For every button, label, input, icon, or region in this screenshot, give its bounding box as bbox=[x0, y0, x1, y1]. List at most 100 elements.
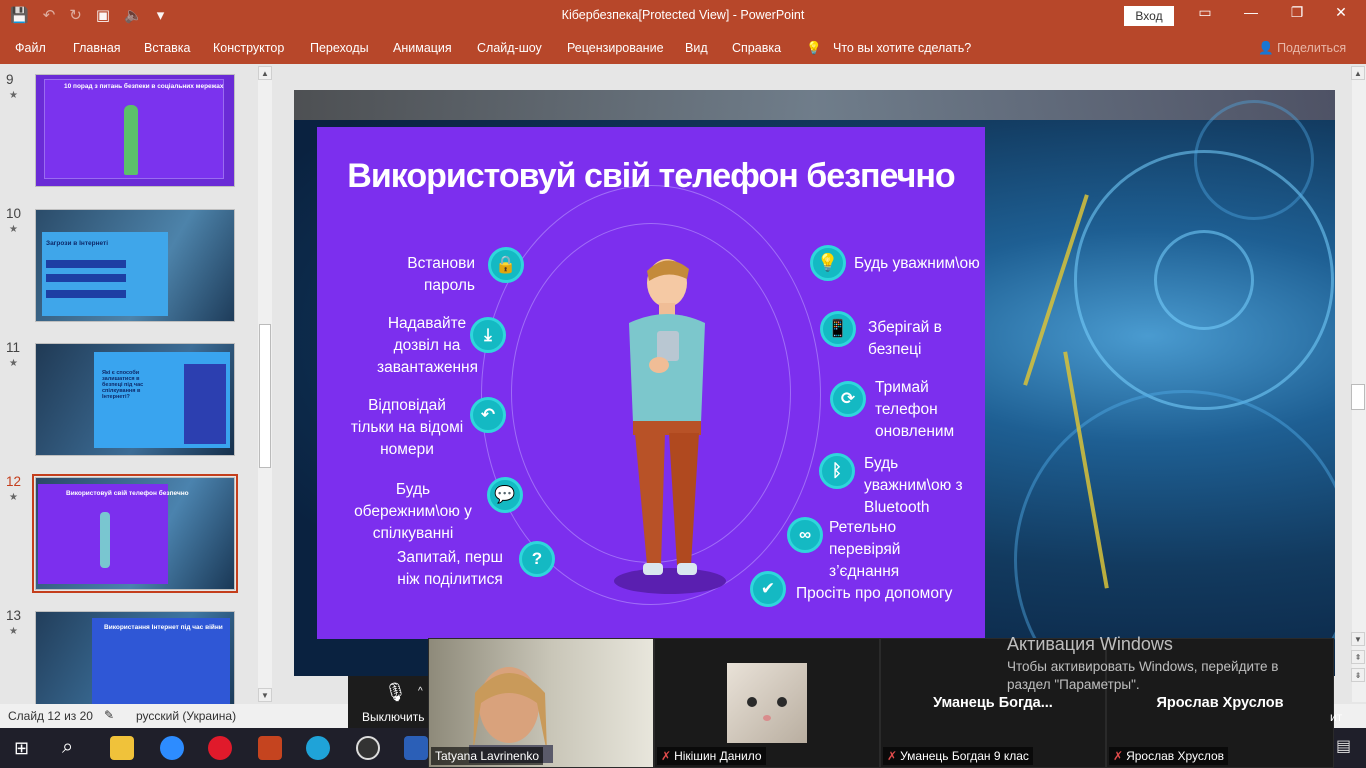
tab-slideshow[interactable]: Слайд-шоу bbox=[477, 41, 542, 55]
thumb-title: 10 порад з питань безпеки в соціальних м… bbox=[64, 83, 224, 90]
thumbnail-slide-9[interactable]: 10 порад з питань безпеки в соціальних м… bbox=[35, 74, 235, 187]
participant-name: ✗ Ярослав Хруслов bbox=[1109, 747, 1229, 765]
file-explorer-icon[interactable] bbox=[110, 736, 134, 760]
participant-name: Tatyana Lavrinenko bbox=[431, 747, 544, 765]
activation-line: Чтобы активировать Windows, перейдите в bbox=[1007, 659, 1279, 674]
participant-display-name: Уманець Богда... bbox=[933, 695, 1053, 711]
language-indicator[interactable]: русский (Украина) bbox=[136, 709, 236, 723]
slide-title: Використовуй свій телефон безпечно bbox=[347, 157, 955, 195]
microphone-icon[interactable]: 🎙 bbox=[384, 682, 407, 703]
editor-scroll-up-icon[interactable]: ▲ bbox=[1351, 66, 1365, 80]
windows-start-icon[interactable]: ⊞ bbox=[14, 738, 29, 759]
call-controls: 🎙 ^ Выключить bbox=[348, 676, 430, 728]
ribbon-display-icon[interactable]: ▭ bbox=[1182, 4, 1228, 21]
close-icon[interactable]: ✕ bbox=[1318, 4, 1364, 21]
edge-icon[interactable] bbox=[306, 736, 330, 760]
next-slide-icon[interactable]: ⇟ bbox=[1351, 668, 1365, 682]
search-icon[interactable]: ⌕ bbox=[62, 736, 73, 759]
participant-name: ✗ Уманець Богдан 9 клас bbox=[883, 747, 1033, 765]
thumb-number: 10 bbox=[6, 206, 22, 221]
spellcheck-icon[interactable]: ✎ bbox=[104, 708, 114, 722]
decor-circle bbox=[1154, 230, 1254, 330]
share-label: Поделиться bbox=[1277, 41, 1347, 55]
phone-signal-icon: 📱 bbox=[820, 311, 856, 347]
tab-file[interactable]: Файл bbox=[15, 41, 46, 55]
thumbnail-slide-11[interactable]: Які є способи залишатися в безпеці під ч… bbox=[35, 343, 235, 456]
zoom-icon[interactable] bbox=[160, 736, 184, 760]
participant-name-text: Уманець Богдан 9 клас bbox=[900, 749, 1029, 763]
tab-view[interactable]: Вид bbox=[685, 41, 708, 55]
chat-icon: 💬 bbox=[487, 477, 523, 513]
minimize-icon[interactable]: — bbox=[1228, 4, 1274, 20]
bluetooth-icon: ᛒ bbox=[819, 453, 855, 489]
share-button[interactable]: 👤 Поделиться bbox=[1258, 41, 1346, 56]
thumb-number: 9 bbox=[6, 72, 14, 87]
video-tile[interactable]: Tatyana Lavrinenko bbox=[428, 638, 654, 768]
thumb-star: ★ bbox=[9, 90, 18, 101]
avatar bbox=[727, 663, 807, 743]
tip-label: Відповідай тільки на відомі номери bbox=[350, 397, 464, 458]
thumb-title: Загрози в Інтернеті bbox=[46, 240, 109, 247]
tab-review[interactable]: Рецензирование bbox=[567, 41, 664, 55]
slide-counter: Слайд 12 из 20 bbox=[8, 709, 93, 723]
thumb-star: ★ bbox=[9, 358, 18, 369]
notifications-icon[interactable]: ▤ bbox=[1336, 736, 1351, 756]
link-icon: ∞ bbox=[787, 517, 823, 553]
slide-poster: Використовуй свій телефон безпечно Встан… bbox=[317, 127, 985, 639]
tip-label: Тримай телефон оновленим bbox=[875, 379, 955, 440]
signin-button[interactable]: Вход bbox=[1124, 6, 1174, 26]
restore-icon[interactable]: ❐ bbox=[1274, 4, 1320, 21]
lightbulb-icon: 💡 bbox=[806, 41, 822, 55]
tip-label: Будь уважним\ою bbox=[854, 255, 980, 272]
thumb-title: Використовуй свій телефон безпечно bbox=[66, 490, 189, 497]
tab-insert[interactable]: Вставка bbox=[144, 41, 190, 55]
powerpoint-icon[interactable] bbox=[258, 736, 282, 760]
tab-help[interactable]: Справка bbox=[732, 41, 781, 55]
thumbnails-scrollbar[interactable]: ▲ ▼ bbox=[258, 66, 272, 702]
thumb-star: ★ bbox=[9, 224, 18, 235]
thumbnail-slide-10[interactable]: Загрози в Інтернеті bbox=[35, 209, 235, 322]
lock-icon: 🔒 bbox=[488, 247, 524, 283]
tip-label: Ретельно перевіряй з’єднання bbox=[829, 519, 901, 580]
stop-label[interactable]: ит bbox=[1330, 710, 1342, 724]
tab-home[interactable]: Главная bbox=[73, 41, 121, 55]
editor-scroll-thumb[interactable] bbox=[1351, 384, 1365, 410]
ribbon-tabs: Файл Главная Вставка Конструктор Переход… bbox=[0, 32, 1366, 64]
scroll-up-icon[interactable]: ▲ bbox=[258, 66, 272, 80]
video-tile[interactable]: ✗ Нікішин Данило bbox=[654, 638, 880, 768]
word-icon[interactable] bbox=[404, 736, 428, 760]
slide-thumbnails-pane: 9 ★ 10 порад з питань безпеки в соціальн… bbox=[0, 64, 276, 724]
activation-line: раздел "Параметры". bbox=[1007, 677, 1140, 692]
windows-activation-notice: Активация Windows Чтобы активировать Win… bbox=[1007, 634, 1278, 692]
thumbnail-slide-12[interactable]: Використовуй свій телефон безпечно bbox=[35, 477, 235, 590]
media-player-icon[interactable] bbox=[356, 736, 380, 760]
thumb-number: 11 bbox=[6, 340, 21, 355]
opera-icon[interactable] bbox=[208, 736, 232, 760]
thumb-number: 13 bbox=[6, 608, 22, 623]
download-icon: ⤓ bbox=[470, 317, 506, 353]
phone-update-icon: ⟳ bbox=[830, 381, 866, 417]
mute-button[interactable]: Выключить bbox=[362, 710, 424, 724]
person-illustration bbox=[629, 259, 705, 575]
tip-label: Зберігай в безпеці bbox=[868, 319, 942, 358]
scroll-thumb[interactable] bbox=[259, 324, 271, 468]
participant-name-text: Tatyana Lavrinenko bbox=[435, 749, 540, 763]
thumb-star: ★ bbox=[9, 626, 18, 637]
mic-muted-icon: ✗ bbox=[661, 749, 672, 763]
participant-name: ✗ Нікішин Данило bbox=[657, 747, 766, 765]
tab-transitions[interactable]: Переходы bbox=[310, 41, 369, 55]
tab-design[interactable]: Конструктор bbox=[213, 41, 284, 55]
tab-animations[interactable]: Анимация bbox=[393, 41, 452, 55]
tell-me-input[interactable]: Что вы хотите сделать? bbox=[833, 41, 971, 55]
thumb-number: 12 bbox=[6, 474, 22, 489]
slide-top-band bbox=[294, 90, 1335, 120]
title-bar: 💾 ↶ ↻ ▣ 🔈 ▾ Кібербезпека[Protected View]… bbox=[0, 0, 1366, 32]
scroll-down-icon[interactable]: ▼ bbox=[258, 688, 272, 702]
editor-scroll-down-icon[interactable]: ▼ bbox=[1351, 632, 1365, 646]
mic-muted-icon: ✗ bbox=[1113, 749, 1124, 763]
tip-label: Надавайте дозвіл на завантаження bbox=[377, 315, 479, 376]
mic-options-icon[interactable]: ^ bbox=[418, 686, 423, 697]
participant-name-text: Нікішин Данило bbox=[674, 749, 762, 763]
previous-slide-icon[interactable]: ⇞ bbox=[1351, 650, 1365, 664]
tip-label: Запитай, перш ніж поділитися bbox=[397, 549, 503, 588]
